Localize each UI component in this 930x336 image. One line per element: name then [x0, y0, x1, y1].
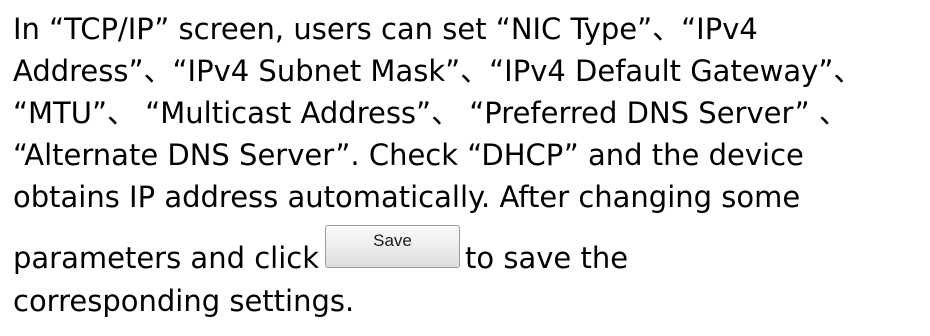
paragraph-line: obtains IP address automatically. After …: [13, 180, 801, 214]
save-button[interactable]: Save: [325, 224, 461, 268]
text-before-button: parameters and click: [13, 241, 320, 275]
document-paragraph: In “TCP/IP” screen, users can set “NIC T…: [13, 8, 918, 322]
paragraph-line: “MTU”、 “Multicast Address”、 “Preferred D…: [13, 96, 848, 130]
paragraph-line: In “TCP/IP” screen, users can set “NIC T…: [13, 12, 758, 46]
text-after-button: to save the: [465, 241, 629, 275]
paragraph-line: Address”、“IPv4 Subnet Mask”、“IPv4 Defaul…: [13, 54, 863, 88]
paragraph-line: “Alternate DNS Server”. Check “DHCP” and…: [13, 138, 804, 172]
